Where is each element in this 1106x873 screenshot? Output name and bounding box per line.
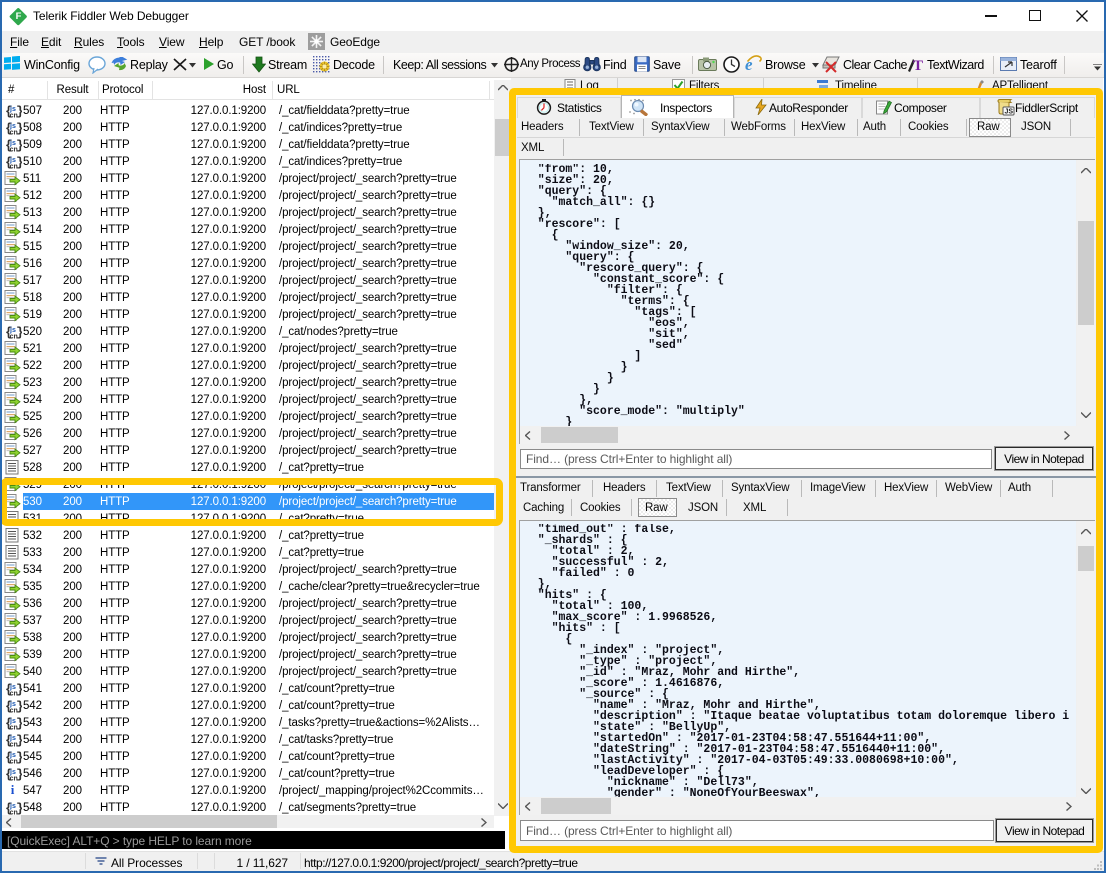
svg-text:cn: cn xyxy=(10,758,18,764)
svg-text:cn: cn xyxy=(10,112,18,118)
svg-text:T: T xyxy=(913,58,923,73)
svg-text:cn: cn xyxy=(10,333,18,339)
svg-text:cn: cn xyxy=(10,129,18,135)
svg-text:cn: cn xyxy=(10,690,18,696)
svg-text:cn: cn xyxy=(10,707,18,713)
svg-text:cn: cn xyxy=(10,809,18,815)
svg-text:cn: cn xyxy=(10,163,18,169)
svg-text:cn: cn xyxy=(10,146,18,152)
svg-text:cn: cn xyxy=(10,775,18,781)
svg-text:cn: cn xyxy=(10,741,18,747)
svg-text:cn: cn xyxy=(10,724,18,730)
